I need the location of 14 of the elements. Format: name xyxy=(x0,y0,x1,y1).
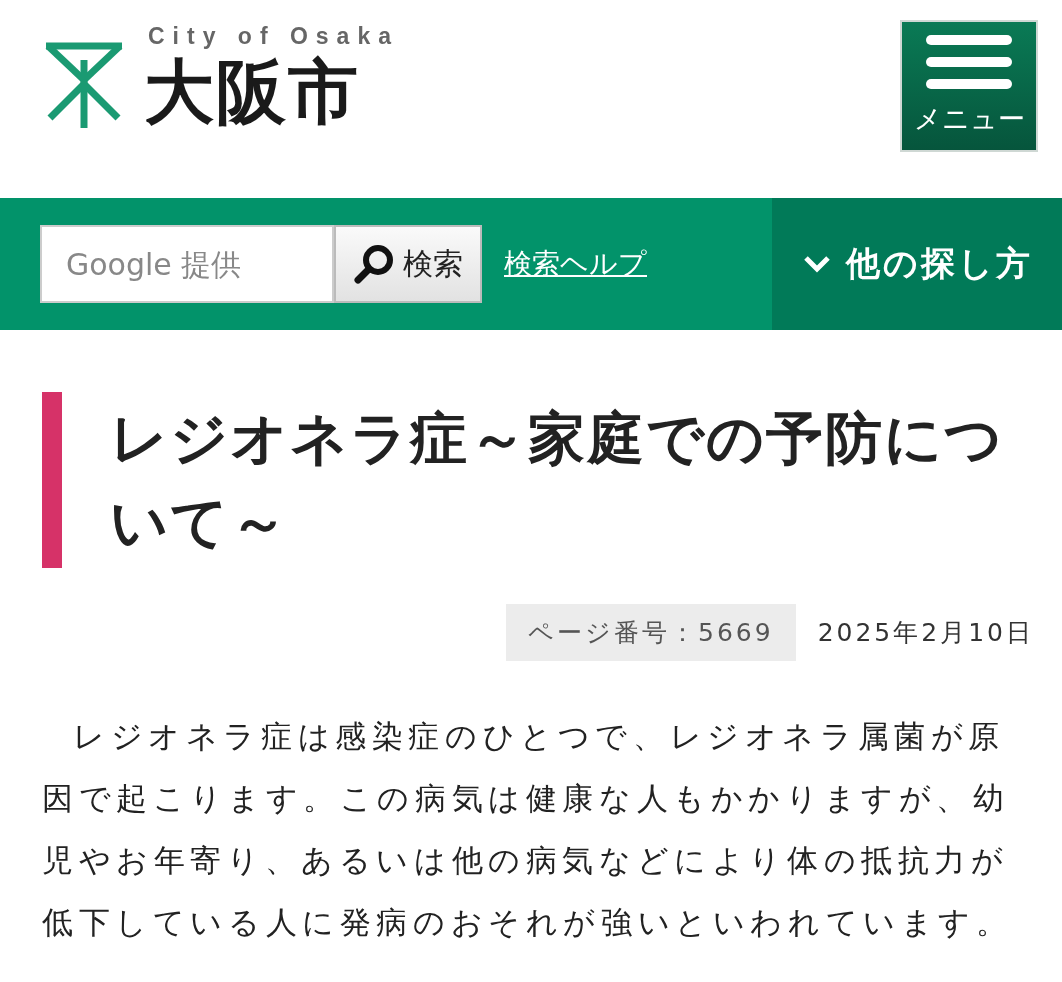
publish-date: 2025年2月10日 xyxy=(817,617,1034,649)
page-number: ページ番号：5669 xyxy=(506,604,796,661)
page-title: レジオネラ症～家庭での予防について～ xyxy=(42,392,1020,568)
menu-button[interactable]: メニュー xyxy=(900,20,1038,152)
search-button[interactable]: 検索 xyxy=(334,225,482,303)
menu-icon xyxy=(926,35,1012,91)
search-icon xyxy=(353,243,395,285)
body-paragraph: レジオネラ症は感染症のひとつで、レジオネラ属菌が原因で起こります。この病気は健康な人もかかりますが、幼児やお年寄り、あるいは他の病気などにより体の抵抗力が低下している人に発病のおそれが強いといわれています。 xyxy=(42,717,1014,942)
other-search-button[interactable]: 他の探し方 xyxy=(772,198,1062,330)
search-field[interactable]: Google 提供 xyxy=(40,225,334,303)
search-help-link[interactable]: 検索ヘルプ xyxy=(504,245,647,283)
logo-title[interactable]: 大阪市 xyxy=(144,50,399,134)
logo-subtitle: City of Osaka xyxy=(148,22,399,50)
chevron-down-icon xyxy=(801,253,832,275)
